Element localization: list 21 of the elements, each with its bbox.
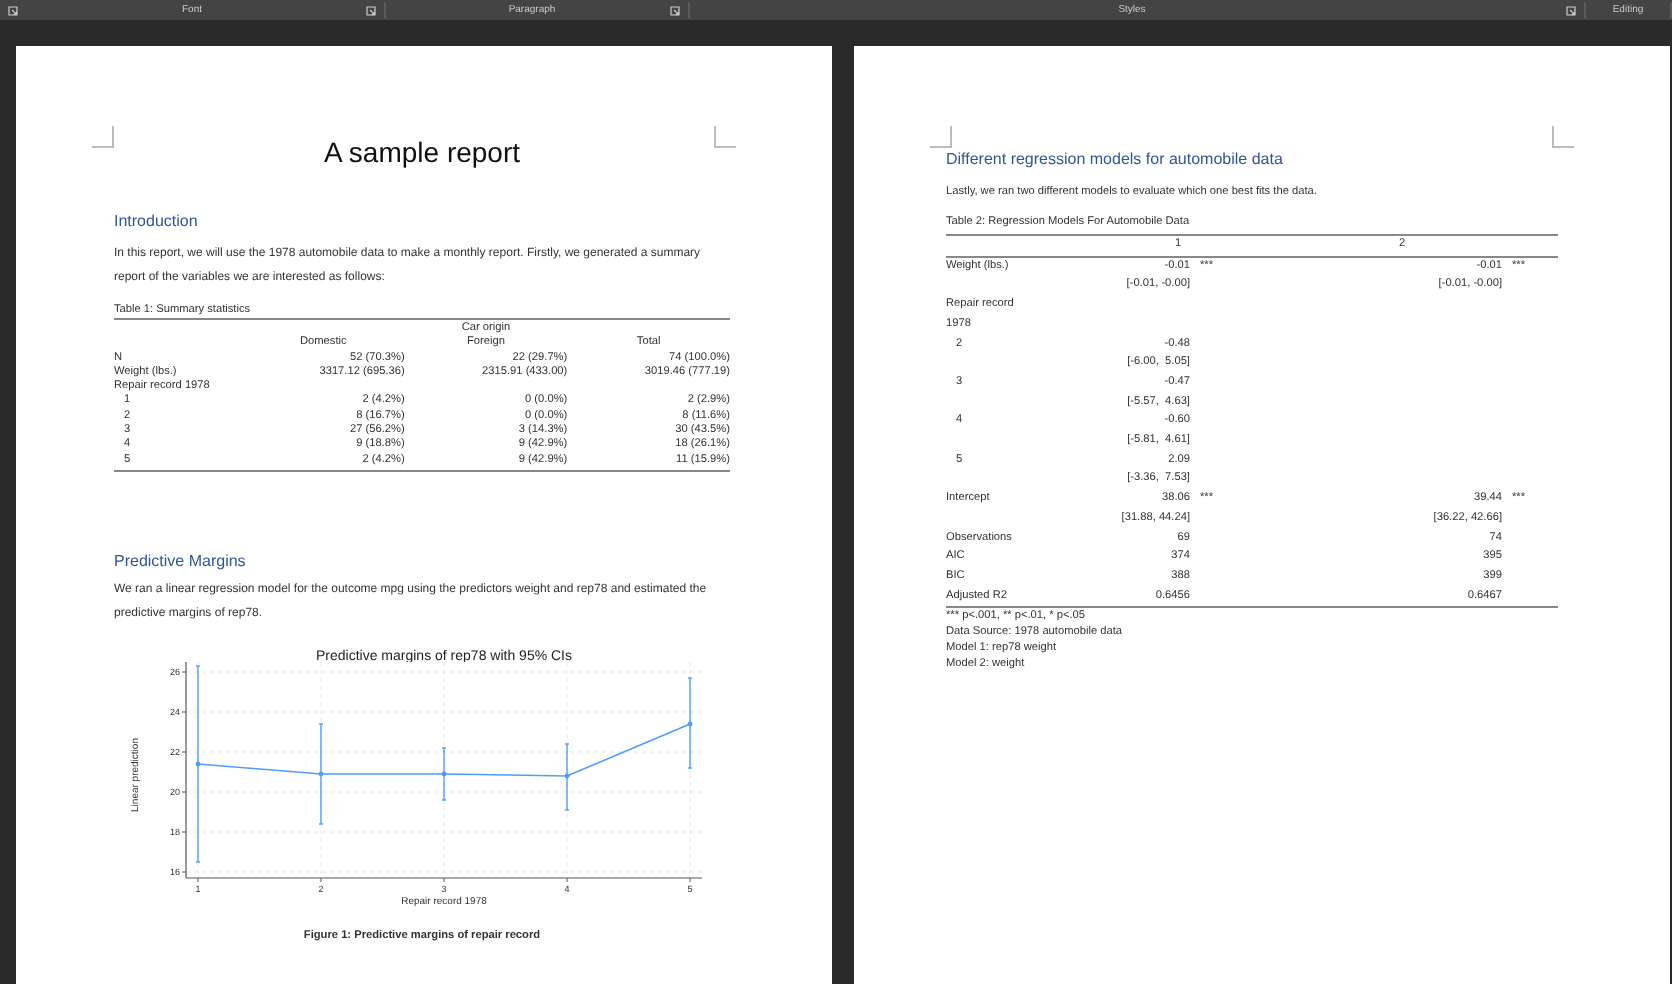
error-bar — [441, 747, 447, 801]
dialog-launcher-icon[interactable] — [366, 5, 376, 15]
crop-mark — [92, 126, 114, 148]
report-title: A sample report — [321, 136, 523, 168]
section-heading: Introduction — [114, 212, 200, 230]
crop-mark — [714, 126, 736, 148]
dialog-launcher-icon[interactable] — [1566, 5, 1576, 15]
data-point — [318, 771, 324, 777]
crop-mark — [930, 126, 952, 148]
data-point — [687, 721, 693, 727]
dialog-launcher-icon[interactable] — [8, 5, 18, 15]
data-point — [195, 761, 201, 767]
data-point — [441, 771, 447, 777]
crop-mark — [1552, 126, 1574, 148]
dialog-launcher-icon[interactable] — [670, 5, 680, 15]
section-heading: Different regression models for automobile data — [946, 150, 1285, 168]
section-heading: Predictive Margins — [114, 551, 248, 570]
error-bar — [687, 677, 693, 769]
error-bar — [564, 743, 570, 811]
data-point — [564, 773, 570, 779]
error-bar — [318, 723, 324, 825]
